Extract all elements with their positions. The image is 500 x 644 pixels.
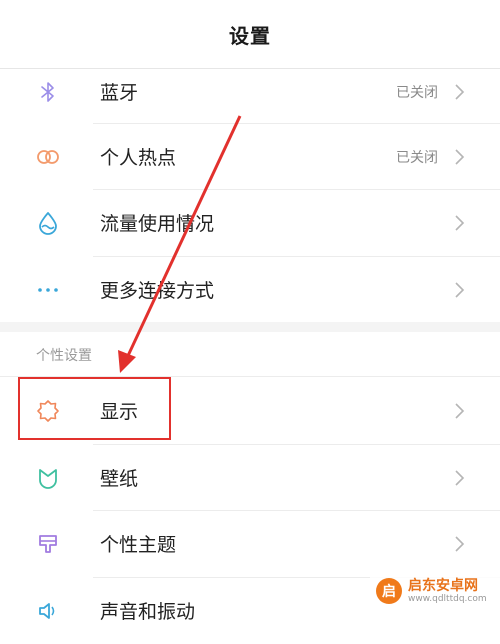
display-icon	[36, 399, 60, 423]
data-usage-icon	[36, 211, 60, 235]
watermark-logo-icon: 启	[376, 578, 402, 604]
settings-item-label: 更多连接方式	[100, 280, 215, 302]
section-separator	[0, 322, 500, 332]
bluetooth-icon	[36, 80, 60, 104]
settings-item-theme[interactable]: 个性主题	[0, 510, 500, 577]
settings-item-label: 蓝牙	[100, 82, 139, 104]
wallpaper-icon	[36, 466, 60, 490]
section-title: 个性设置	[36, 348, 92, 364]
settings-item-hotspot[interactable]: 个人热点 已关闭	[0, 123, 500, 190]
settings-item-more-connections[interactable]: 更多连接方式	[0, 256, 500, 323]
chevron-right-icon	[455, 281, 465, 298]
chevron-right-icon	[455, 148, 465, 165]
settings-item-label: 个性主题	[100, 534, 177, 556]
watermark-url: www.qdlttdq.com	[408, 593, 487, 604]
settings-item-data-usage[interactable]: 流量使用情况	[0, 189, 500, 256]
chevron-right-icon	[455, 214, 465, 231]
chevron-right-icon	[455, 83, 465, 100]
hotspot-icon	[36, 145, 60, 169]
settings-item-label: 显示	[100, 401, 139, 423]
status-text: 已关闭	[396, 84, 438, 101]
settings-item-display[interactable]: 显示	[0, 377, 500, 444]
watermark-name: 启东安卓网	[408, 577, 478, 594]
settings-item-label: 个人热点	[100, 147, 177, 169]
chevron-right-icon	[455, 535, 465, 552]
theme-icon	[36, 532, 60, 556]
settings-item-wallpaper[interactable]: 壁纸	[0, 444, 500, 511]
settings-item-label: 壁纸	[100, 468, 139, 490]
watermark: 启 启东安卓网 www.qdlttdq.com	[370, 571, 500, 611]
more-connections-icon	[36, 278, 60, 302]
chevron-right-icon	[455, 469, 465, 486]
settings-item-bluetooth[interactable]: 蓝牙 已关闭	[0, 58, 500, 125]
chevron-right-icon	[455, 402, 465, 419]
page-title: 设置	[229, 23, 271, 48]
settings-item-label: 流量使用情况	[100, 213, 215, 235]
status-text: 已关闭	[396, 149, 438, 166]
